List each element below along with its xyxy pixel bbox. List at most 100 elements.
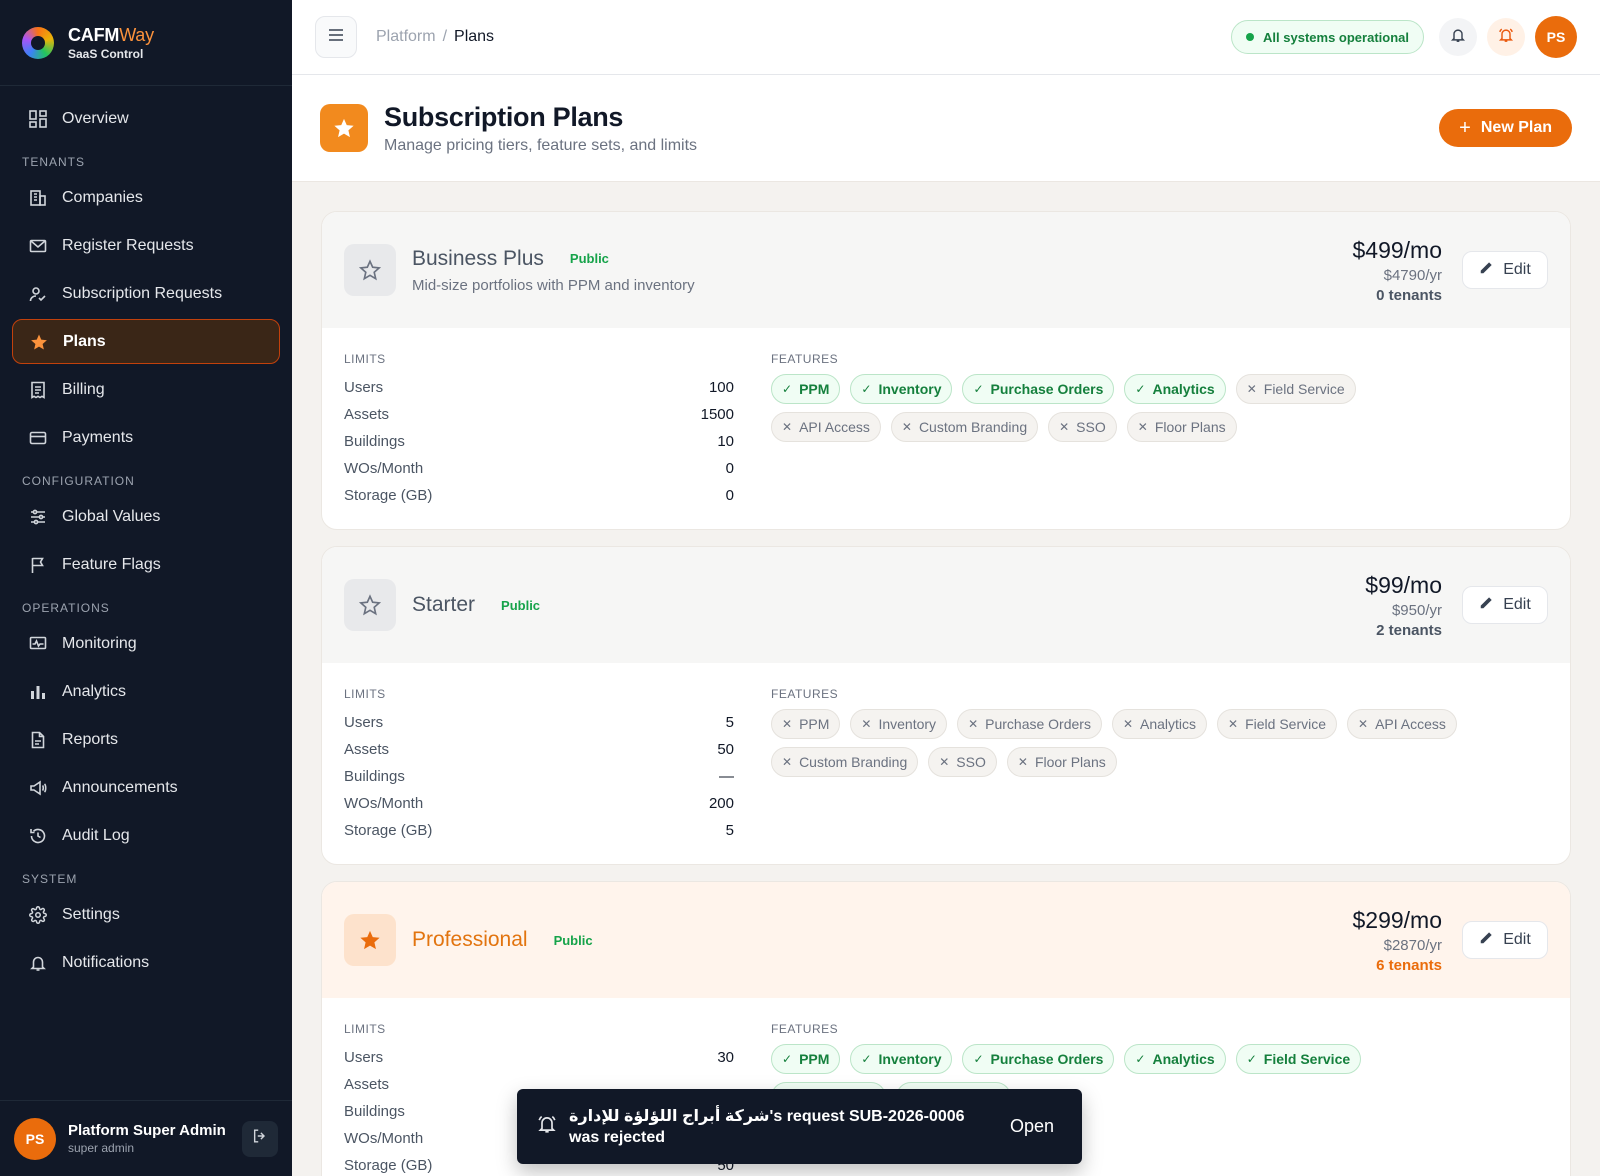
feature-chip-label: Analytics [1140,716,1197,732]
feature-chip: ✕ Floor Plans [1006,747,1117,777]
system-status-text: All systems operational [1263,29,1409,45]
sidebar-item-payments[interactable]: Payments [12,415,280,460]
brand[interactable]: CAFMWay SaaS Control [0,0,292,86]
gear-icon [28,905,48,925]
limit-value: 1500 [700,406,734,423]
features-heading: FEATURES [771,1022,839,1036]
receipt-icon [28,380,48,400]
star-outline-icon [344,579,396,631]
feature-chip: ✕ PPM [771,709,841,739]
plan-price-monthly: $99/mo [1365,571,1442,598]
sidebar-item-label: Companies [62,188,143,206]
topbar: Platform / Plans All systems operational… [292,0,1600,75]
breadcrumb-separator: / [442,28,448,45]
sidebar-item-analytics[interactable]: Analytics [12,669,280,714]
bar-chart-icon [28,682,48,702]
brand-name: CAFMWay [68,25,154,46]
limit-label: Storage (GB) [344,487,433,504]
edit-plan-button[interactable]: Edit [1462,921,1548,959]
sidebar-item-billing[interactable]: Billing [12,367,280,412]
breadcrumb-platform[interactable]: Platform [376,28,436,46]
feature-chip-label: Field Service [1263,1051,1351,1067]
sidebar-item-reports[interactable]: Reports [12,717,280,762]
plan-price-monthly: $499/mo [1352,236,1442,263]
x-icon: ✕ [1228,717,1239,731]
sidebar-item-overview[interactable]: Overview [12,96,280,141]
system-status-badge[interactable]: All systems operational [1231,20,1424,54]
edit-plan-button[interactable]: Edit [1462,251,1548,289]
limit-value: 30 [717,1049,734,1066]
sidebar-item-audit-log[interactable]: Audit Log [12,813,280,858]
sidebar-item-label: Subscription Requests [62,284,223,302]
sidebar-item-label: Settings [62,905,120,923]
plan-price-yearly: $2870/yr [1383,936,1442,954]
feature-chip: ✕ Custom Branding [771,747,919,777]
nav-section-system: SYSTEM [22,872,78,886]
brand-subtitle: SaaS Control [68,46,144,61]
feature-chip: ✕ Custom Branding [890,412,1039,442]
x-icon: ✕ [861,717,872,731]
logout-icon [252,1128,268,1149]
sidebar-item-plans[interactable]: Plans [12,319,280,364]
feature-chip-list: ✕ PPM ✕ Inventory ✕ Purchase Orders ✕ Analytics… [771,709,1471,785]
plan-tenant-count: 0 tenants [1376,286,1442,304]
sidebar-item-label: Analytics [62,682,127,700]
x-icon: ✕ [901,420,912,434]
user-avatar[interactable]: PS [14,1117,56,1160]
limit-row: Buildings — [344,763,734,790]
nav-section-configuration: CONFIGURATION [22,474,135,488]
sidebar-item-monitoring[interactable]: Monitoring [12,621,280,666]
logout-button[interactable] [242,1120,278,1157]
plan-visibility-badge: Public [569,251,609,266]
limit-row: WOs/Month 0 [344,455,734,482]
sidebar: CAFMWay SaaS Control Overview TENANTS Co… [0,0,292,1176]
plan-tenant-count: 2 tenants [1376,621,1442,639]
limit-row: WOs/Month 200 [344,790,734,817]
feature-chip-label: Analytics [1152,1051,1215,1067]
limit-label: Buildings [344,768,405,785]
edit-plan-button[interactable]: Edit [1462,586,1548,624]
sidebar-item-announcements[interactable]: Announcements [12,765,280,810]
new-plan-button[interactable]: + New Plan [1439,109,1572,147]
feature-chip-label: PPM [799,1051,830,1067]
mail-icon [28,236,48,256]
star-icon [29,332,49,352]
nav-section-operations: OPERATIONS [22,601,110,615]
alerts-button[interactable] [1487,18,1525,56]
limit-label: Users [344,714,384,731]
sidebar-item-feature-flags[interactable]: Feature Flags [12,542,280,587]
sidebar-item-notifications[interactable]: Notifications [12,940,280,985]
limit-value: 10 [717,433,734,450]
plus-icon: + [1459,116,1471,139]
sidebar-item-label: Register Requests [62,236,194,254]
sidebar-item-global-values[interactable]: Global Values [12,494,280,539]
limit-label: Assets [344,741,390,758]
user-role: super admin [68,1141,135,1155]
toast-open-button[interactable]: Open [1010,1116,1054,1137]
x-icon: ✕ [968,717,979,731]
sidebar-item-subscription-requests[interactable]: Subscription Requests [12,271,280,316]
topbar-avatar[interactable]: PS [1535,16,1577,58]
menu-toggle-button[interactable] [315,16,357,58]
sidebar-item-label: Overview [62,109,129,127]
x-icon: ✕ [782,755,793,769]
current-user: PS Platform Super Admin super admin [0,1100,292,1176]
feature-chip-label: API Access [799,419,870,435]
limits-heading: LIMITS [344,1022,386,1036]
page-title: Subscription Plans [384,101,624,132]
sidebar-item-register-requests[interactable]: Register Requests [12,223,280,268]
plan-name: Business Plus [412,246,544,270]
plan-price-yearly: $4790/yr [1383,266,1442,284]
nav-section-tenants: TENANTS [22,155,86,169]
new-plan-label: New Plan [1480,119,1552,136]
x-icon: ✕ [1059,420,1070,434]
feature-chip: ✓ Analytics [1124,374,1226,404]
feature-chip-label: Inventory [878,716,937,732]
notifications-button[interactable] [1439,18,1477,56]
feature-chip: ✕ Inventory [850,709,948,739]
sidebar-item-companies[interactable]: Companies [12,175,280,220]
sidebar-item-settings[interactable]: Settings [12,892,280,937]
features-heading: FEATURES [771,687,839,701]
feature-chip-label: SSO [1076,419,1106,435]
x-icon: ✕ [939,755,950,769]
